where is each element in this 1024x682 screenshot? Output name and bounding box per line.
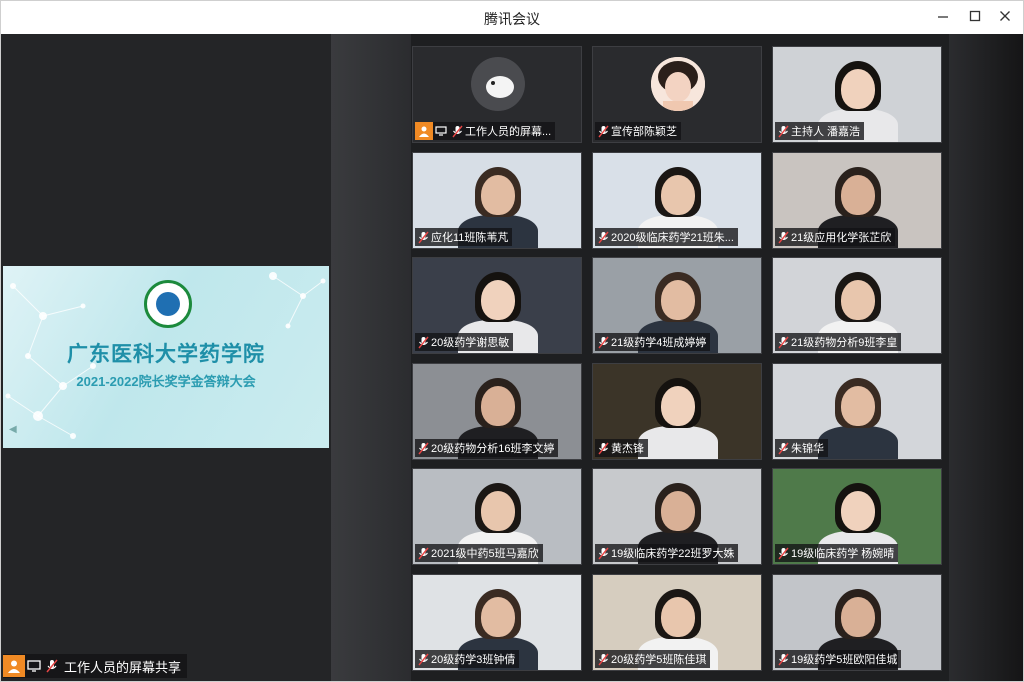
slide-subtitle: 2021-2022院长奖学金答辩大会 xyxy=(76,374,256,389)
participant-name-label: 2021级中药5班马嘉欣 xyxy=(415,544,543,562)
participant-name-label: 主持人 潘嘉浩 xyxy=(775,122,865,140)
slide-title: 广东医科大学药学院 xyxy=(67,343,265,366)
mic-muted-icon xyxy=(595,650,611,668)
participant-name-label: 21级药学4班成婷婷 xyxy=(595,333,711,351)
participant-name: 19级临床药学22班罗大姝 xyxy=(611,548,735,560)
mic-muted-icon xyxy=(595,544,611,562)
participant-name: 20级药学5班陈佳琪 xyxy=(611,654,707,666)
participant-name: 20级药物分析16班李文婷 xyxy=(431,443,555,455)
participant-name: 19级临床药学 杨婉晴 xyxy=(791,548,895,560)
participant-tile[interactable]: 20级药学谢思敏 xyxy=(412,257,582,354)
participant-name: 主持人 潘嘉浩 xyxy=(791,126,861,138)
participant-tile[interactable]: 20级药学3班钟倩 xyxy=(412,574,582,671)
maximize-icon xyxy=(969,10,981,22)
screen-share-icon xyxy=(433,122,449,140)
close-button[interactable] xyxy=(993,7,1017,27)
participant-name-label: 20级药物分析16班李文婷 xyxy=(415,439,559,457)
screen-share-area[interactable]: 广东医科大学药学院 2021-2022院长奖学金答辩大会 ◀ 工作人员的屏幕共享 xyxy=(1,34,331,681)
participant-name: 黄杰锋 xyxy=(611,443,644,455)
mic-muted-icon xyxy=(595,439,611,457)
participant-name: 2021级中药5班马嘉欣 xyxy=(431,548,539,560)
title-bar: 腾讯会议 xyxy=(1,1,1023,34)
participant-tile[interactable]: 21级应用化学张芷欣 xyxy=(772,152,942,249)
participant-tile[interactable]: 应化11班陈苇芃 xyxy=(412,152,582,249)
meeting-content: 广东医科大学药学院 2021-2022院长奖学金答辩大会 ◀ 工作人员的屏幕共享… xyxy=(1,34,1023,681)
window-title: 腾讯会议 xyxy=(484,11,540,27)
participant-tile[interactable]: 19级临床药学22班罗大姝 xyxy=(592,468,762,565)
participant-name: 19级药学5班欧阳佳城 xyxy=(791,654,898,666)
avatar xyxy=(471,57,525,111)
participant-tile[interactable]: 工作人员的屏幕... xyxy=(412,46,582,143)
presenter-name: 工作人员的屏幕共享 xyxy=(64,659,182,675)
participant-name-label: 朱锦华 xyxy=(775,439,828,457)
participant-name: 21级应用化学张芷欣 xyxy=(791,232,892,244)
participant-name-label: 20级药学3班钟倩 xyxy=(415,650,520,668)
presenter-icon xyxy=(3,655,25,677)
participant-name-label: 21级药物分析9班李皇 xyxy=(775,333,902,351)
participant-name: 工作人员的屏幕... xyxy=(465,126,552,138)
mic-muted-icon xyxy=(43,656,61,676)
participant-tile[interactable]: 黄杰锋 xyxy=(592,363,762,460)
mic-muted-icon xyxy=(415,439,431,457)
screen-share-icon xyxy=(25,656,43,676)
participant-name: 朱锦华 xyxy=(791,443,824,455)
participant-tile[interactable]: 朱锦华 xyxy=(772,363,942,460)
participant-name: 应化11班陈苇芃 xyxy=(431,232,509,244)
participant-name-label: 19级临床药学22班罗大姝 xyxy=(595,544,739,562)
mic-muted-icon xyxy=(415,650,431,668)
participant-name-label: 2020级临床药学21班朱... xyxy=(595,228,738,246)
mic-muted-icon xyxy=(775,122,791,140)
presenter-icon xyxy=(415,122,433,140)
mic-muted-icon xyxy=(415,333,431,351)
mic-muted-icon xyxy=(775,650,791,668)
participant-tile[interactable]: 20级药学5班陈佳琪 xyxy=(592,574,762,671)
right-edge xyxy=(949,34,1023,681)
participant-name-label: 20级药学谢思敏 xyxy=(415,333,514,351)
mic-muted-icon xyxy=(415,228,431,246)
mic-muted-icon xyxy=(415,544,431,562)
mic-muted-icon xyxy=(449,122,465,140)
presenter-label: 工作人员的屏幕共享 xyxy=(3,654,188,678)
participant-name-label: 黄杰锋 xyxy=(595,439,648,457)
university-logo xyxy=(144,280,192,328)
speaker-icon: ◀ xyxy=(9,424,17,435)
participant-name-label: 20级药学5班陈佳琪 xyxy=(595,650,711,668)
mic-muted-icon xyxy=(595,122,611,140)
participant-name: 2020级临床药学21班朱... xyxy=(611,232,734,244)
participant-name: 20级药学谢思敏 xyxy=(431,337,510,349)
participant-name: 宣传部陈颖芝 xyxy=(611,126,677,138)
panel-divider xyxy=(331,34,411,681)
participant-name-label: 应化11班陈苇芃 xyxy=(415,228,513,246)
mic-muted-icon xyxy=(775,439,791,457)
participant-tile[interactable]: 21级药物分析9班李皇 xyxy=(772,257,942,354)
participant-name-label: 19级临床药学 杨婉晴 xyxy=(775,544,899,562)
participant-tile[interactable]: 19级临床药学 杨婉晴 xyxy=(772,468,942,565)
shared-slide: 广东医科大学药学院 2021-2022院长奖学金答辩大会 ◀ xyxy=(3,266,329,448)
participant-tile[interactable]: 主持人 潘嘉浩 xyxy=(772,46,942,143)
maximize-button[interactable] xyxy=(963,7,987,27)
participant-tile[interactable]: 2021级中药5班马嘉欣 xyxy=(412,468,582,565)
participant-tile[interactable]: 2020级临床药学21班朱... xyxy=(592,152,762,249)
participant-tile[interactable]: 19级药学5班欧阳佳城 xyxy=(772,574,942,671)
participant-name-label: 宣传部陈颖芝 xyxy=(595,122,681,140)
mic-muted-icon xyxy=(775,333,791,351)
minimize-icon xyxy=(938,16,948,18)
participant-name: 21级药学4班成婷婷 xyxy=(611,337,707,349)
participant-name-label: 21级应用化学张芷欣 xyxy=(775,228,896,246)
participant-tile[interactable]: 21级药学4班成婷婷 xyxy=(592,257,762,354)
participant-name-label: 工作人员的屏幕... xyxy=(415,122,556,140)
mic-muted-icon xyxy=(595,333,611,351)
mic-muted-icon xyxy=(595,228,611,246)
close-icon xyxy=(1000,11,1010,21)
avatar xyxy=(651,57,705,111)
meeting-window: 腾讯会议 广东医科大学药学院 2021-2022院长奖学金答辩大会 ◀ 工作人员… xyxy=(0,0,1024,682)
participant-tile[interactable]: 20级药物分析16班李文婷 xyxy=(412,363,582,460)
participant-name: 20级药学3班钟倩 xyxy=(431,654,516,666)
mic-muted-icon xyxy=(775,228,791,246)
minimize-button[interactable] xyxy=(931,7,955,27)
participant-tile[interactable]: 宣传部陈颖芝 xyxy=(592,46,762,143)
participant-name-label: 19级药学5班欧阳佳城 xyxy=(775,650,902,668)
participant-name: 21级药物分析9班李皇 xyxy=(791,337,898,349)
mic-muted-icon xyxy=(775,544,791,562)
